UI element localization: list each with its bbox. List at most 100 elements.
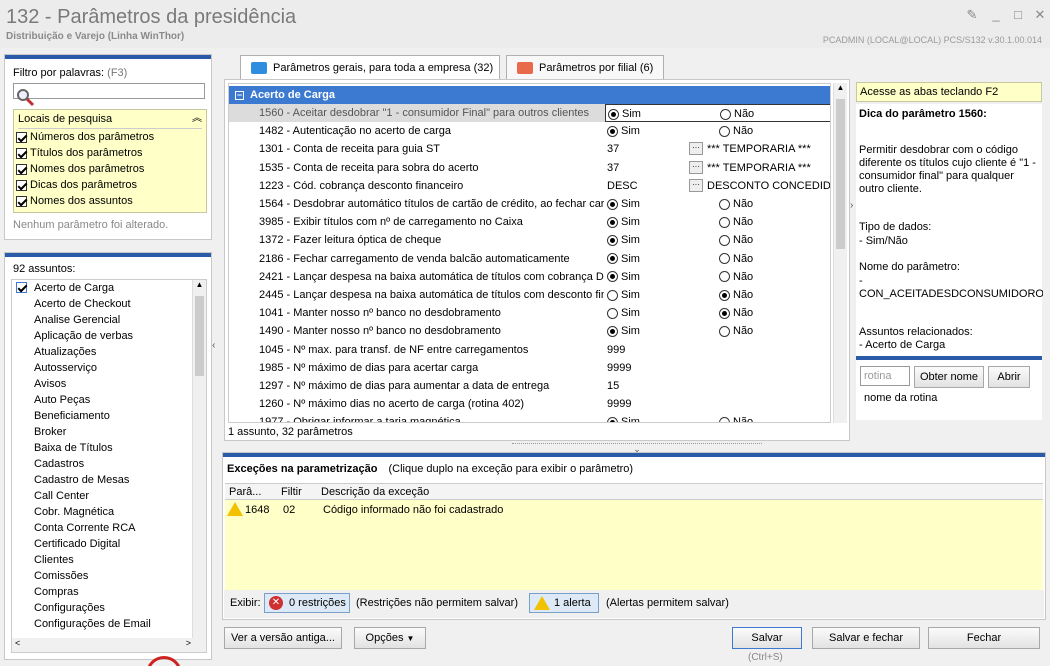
parameter-value[interactable]: 15 <box>605 377 830 395</box>
radio-sim[interactable]: Sim <box>607 322 640 340</box>
get-name-button[interactable]: Obter nome <box>914 366 984 388</box>
scroll-right-icon[interactable]: > <box>186 638 191 648</box>
parameter-row[interactable]: 1564 - Desdobrar automático títulos de c… <box>229 195 830 213</box>
radio-nao[interactable]: Não <box>719 286 753 304</box>
subject-item[interactable]: Acerto de Carga <box>12 280 206 296</box>
radio-nao[interactable]: Não <box>719 231 753 249</box>
scroll-thumb[interactable] <box>195 296 204 376</box>
group-header[interactable]: − Acerto de Carga <box>229 86 830 104</box>
subject-item[interactable]: Conta Corrente RCA <box>12 520 206 536</box>
close-button[interactable]: Fechar <box>928 627 1040 649</box>
subject-item[interactable]: Atualizações <box>12 344 206 360</box>
collapse-up-icon[interactable]: ︽ <box>192 110 202 128</box>
radio-sim[interactable]: Sim <box>607 286 640 304</box>
search-location-option[interactable]: Nomes dos assuntos <box>14 193 206 209</box>
scroll-up-icon[interactable]: ▲ <box>834 83 847 97</box>
checkbox-checked-icon[interactable] <box>16 282 27 293</box>
checkbox-checked-icon[interactable] <box>16 163 27 175</box>
search-locations-header[interactable]: Locais de pesquisa ︽ <box>14 110 206 128</box>
subject-item[interactable]: Acerto de Checkout <box>12 296 206 312</box>
parameter-row[interactable]: 1223 - Cód. cobrança desconto financeiro… <box>229 177 830 195</box>
scroll-up-icon[interactable]: ▲ <box>193 280 206 294</box>
subject-item[interactable]: Certificado Digital <box>12 536 206 552</box>
subject-item[interactable]: Broker <box>12 424 206 440</box>
collapse-group-icon[interactable]: − <box>235 91 244 100</box>
radio-nao[interactable]: Não <box>719 195 753 213</box>
lookup-code[interactable]: 37 <box>607 159 619 177</box>
subject-item[interactable]: Cadastro de Mesas <box>12 472 206 488</box>
parameter-row[interactable]: 2186 - Fechar carregamento de venda balc… <box>229 250 830 268</box>
scroll-thumb[interactable] <box>836 99 845 249</box>
search-location-option[interactable]: Nomes dos parâmetros <box>14 161 206 177</box>
radio-sim[interactable]: Sim <box>607 213 640 231</box>
subject-item[interactable]: Baixa de Títulos <box>12 440 206 456</box>
subjects-scrollbar[interactable]: ▲ <box>192 280 206 652</box>
col-description[interactable]: Descrição da exceção <box>321 486 429 498</box>
radio-sim[interactable]: Sim <box>607 122 640 140</box>
parameter-row[interactable]: 3985 - Exibir títulos com nº de carregam… <box>229 213 830 231</box>
subject-item[interactable]: Analise Gerencial <box>12 312 206 328</box>
checkbox-checked-icon[interactable] <box>16 195 27 207</box>
parameter-row[interactable]: 1490 - Manter nosso nº banco no desdobra… <box>229 322 830 340</box>
parameter-row[interactable]: 1297 - Nº máximo de dias para aumentar a… <box>229 377 830 395</box>
ellipsis-icon[interactable]: ··· <box>689 178 703 192</box>
subject-item[interactable]: Configurações de Email <box>12 616 206 632</box>
parameter-row[interactable]: 1535 - Conta de receita para sobra do ac… <box>229 159 830 177</box>
subject-item[interactable]: Beneficiamento <box>12 408 206 424</box>
subject-item[interactable]: Aplicação de verbas <box>12 328 206 344</box>
checkbox-checked-icon[interactable] <box>16 179 27 191</box>
parameter-value[interactable]: 9999 <box>605 359 830 377</box>
old-version-button[interactable]: Ver a versão antiga... <box>224 627 342 649</box>
exception-row[interactable]: 1648 02 Código informado não foi cadastr… <box>225 500 1043 520</box>
parameter-row[interactable]: 1301 - Conta de receita para guia ST 37 ··… <box>229 140 830 158</box>
radio-sim[interactable]: Sim <box>607 231 640 249</box>
ellipsis-icon[interactable]: ··· <box>689 160 703 174</box>
radio-sim[interactable]: Sim <box>607 413 640 422</box>
radio-nao[interactable]: Não <box>719 322 753 340</box>
radio-sim[interactable]: Sim <box>607 304 640 322</box>
radio-nao[interactable]: Não <box>719 122 753 140</box>
radio-sim[interactable]: Sim <box>608 105 641 123</box>
lookup-code[interactable]: 37 <box>607 140 619 158</box>
ellipsis-icon[interactable]: ··· <box>689 142 703 156</box>
parameter-value[interactable]: 9999 <box>605 395 830 413</box>
minimize-button[interactable]: _ <box>986 6 1006 24</box>
parameter-row[interactable]: 1045 - Nº max. para transf. de NF entre … <box>229 341 830 359</box>
parameter-value[interactable]: 999 <box>605 341 830 359</box>
open-button[interactable]: Abrir <box>988 366 1030 388</box>
parameter-row[interactable]: 1372 - Fazer leitura óptica de cheque Sim… <box>229 231 830 249</box>
subject-item[interactable]: Comissões <box>12 568 206 584</box>
checkbox-checked-icon[interactable] <box>16 147 27 159</box>
col-param[interactable]: Parâ... <box>229 486 261 498</box>
tab-general[interactable]: Parâmetros gerais, para toda a empresa (… <box>240 55 500 80</box>
close-window-button[interactable]: ✕ <box>1030 6 1050 24</box>
edit-window-icon[interactable]: ✎ <box>962 6 982 24</box>
subject-item[interactable]: Autosserviço <box>12 360 206 376</box>
search-location-option[interactable]: Dicas dos parâmetros <box>14 177 206 193</box>
radio-nao[interactable]: Não <box>720 105 754 123</box>
routine-input[interactable]: rotina <box>860 366 910 386</box>
radio-nao[interactable]: Não <box>719 304 753 322</box>
radio-sim[interactable]: Sim <box>607 250 640 268</box>
splitter-left-icon[interactable]: ‹ <box>212 340 220 380</box>
parameter-row[interactable]: 1560 - Aceitar desdobrar "1 - consumidor… <box>229 104 830 123</box>
search-location-option[interactable]: Títulos dos parâmetros <box>14 145 206 161</box>
subject-item[interactable]: Clientes <box>12 552 206 568</box>
subject-item[interactable]: Call Center <box>12 488 206 504</box>
parameter-row[interactable]: 1041 - Manter nosso nº banco no desdobra… <box>229 304 830 322</box>
subject-item[interactable]: Avisos <box>12 376 206 392</box>
search-location-option[interactable]: Números dos parâmetros <box>14 129 206 145</box>
parameter-row[interactable]: 1260 - Nº máximo dias no acerto de carga… <box>229 395 830 413</box>
subject-item[interactable]: Cadastros <box>12 456 206 472</box>
subject-item[interactable]: Auto Peças <box>12 392 206 408</box>
scroll-left-icon[interactable]: < <box>15 638 20 648</box>
radio-nao[interactable]: Não <box>719 213 753 231</box>
subjects-hscroll[interactable]: < > <box>12 638 194 652</box>
col-filial[interactable]: Filtir <box>281 486 302 498</box>
tab-by-branch[interactable]: Parâmetros por filial (6) <box>506 55 664 79</box>
subject-item[interactable]: Cobr. Magnética <box>12 504 206 520</box>
save-button[interactable]: Salvar <box>732 627 802 649</box>
alerts-button[interactable]: 1 alerta <box>529 593 599 613</box>
restrictions-button[interactable]: ✕ 0 restrições <box>264 593 350 613</box>
options-button[interactable]: Opções ▼ <box>354 627 426 649</box>
